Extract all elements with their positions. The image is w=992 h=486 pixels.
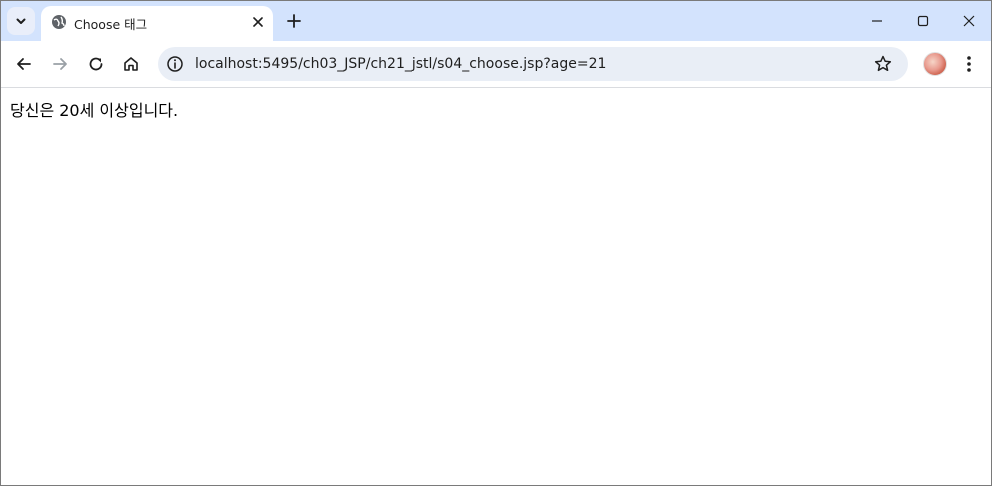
kebab-menu-icon[interactable] (959, 52, 979, 76)
page-message: 당신은 20세 이상입니다. (10, 101, 179, 120)
maximize-icon (917, 15, 929, 27)
tab-title: Choose 태그 (74, 17, 148, 32)
forward-button[interactable] (48, 52, 72, 76)
back-arrow-icon (17, 58, 31, 70)
new-tab-button[interactable] (284, 11, 304, 31)
browser-window: Choose 태그 localhost:5495/ch03_JSP/ch21_j… (0, 0, 992, 486)
minimize-button[interactable] (854, 1, 900, 41)
page-content: 당신은 20세 이상입니다. (1, 88, 991, 485)
minimize-icon (872, 20, 882, 22)
star-icon[interactable] (873, 54, 893, 74)
close-icon (963, 15, 975, 27)
home-button[interactable] (119, 52, 143, 76)
reload-button[interactable] (84, 52, 108, 76)
title-bar: Choose 태그 (1, 1, 991, 41)
address-bar[interactable]: localhost:5495/ch03_JSP/ch21_jstl/s04_ch… (158, 47, 908, 81)
toolbar: localhost:5495/ch03_JSP/ch21_jstl/s04_ch… (1, 41, 991, 88)
url-text[interactable]: localhost:5495/ch03_JSP/ch21_jstl/s04_ch… (195, 56, 606, 72)
close-window-button[interactable] (946, 1, 991, 41)
info-icon[interactable] (166, 55, 184, 73)
profile-avatar[interactable] (923, 52, 947, 76)
back-button[interactable] (12, 52, 36, 76)
tab-active[interactable]: Choose 태그 (41, 6, 273, 41)
globe-icon (52, 15, 66, 29)
forward-arrow-icon (53, 58, 67, 70)
chevron-down-icon (16, 18, 26, 24)
home-icon (124, 57, 138, 71)
reload-icon (89, 57, 103, 71)
tab-search-button[interactable] (7, 7, 35, 35)
tab-close-icon[interactable] (250, 14, 266, 30)
maximize-button[interactable] (900, 1, 946, 41)
